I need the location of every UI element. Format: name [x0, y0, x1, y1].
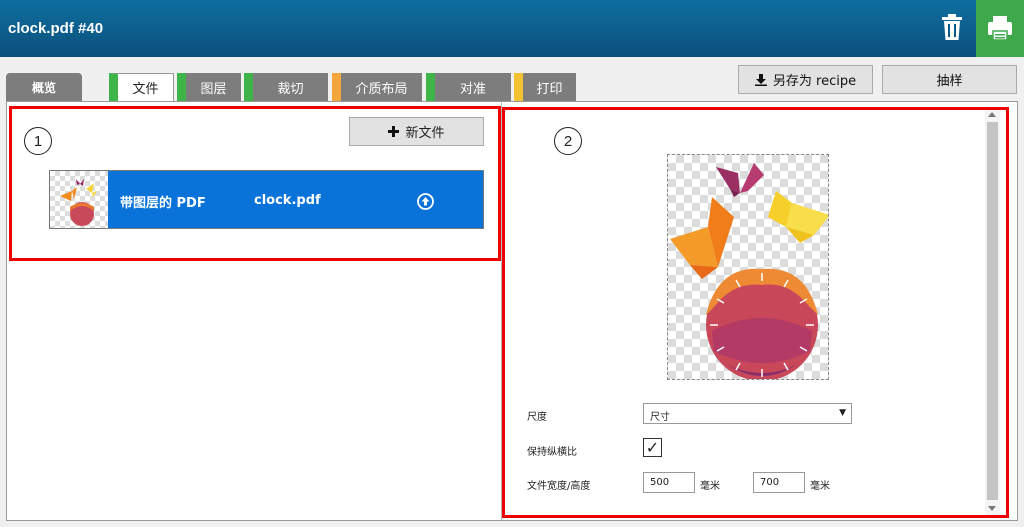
window-title: clock.pdf #40 — [8, 20, 104, 37]
tab-overview[interactable]: 概览 — [6, 73, 82, 101]
tab-file[interactable]: 文件 — [109, 73, 174, 101]
tab-align-label: 对准 — [459, 81, 486, 97]
tab-layers-label: 图层 — [200, 81, 227, 97]
tab-media-layout[interactable]: 介质布局 — [332, 73, 422, 101]
tab-layers[interactable]: 图层 — [177, 73, 241, 101]
trash-icon[interactable] — [940, 13, 964, 41]
sample-label: 抽样 — [936, 74, 963, 89]
tab-crop-label: 裁切 — [277, 81, 304, 97]
callout-highlight-1 — [9, 106, 501, 261]
tab-print[interactable]: 打印 — [514, 73, 576, 101]
tab-media-layout-label: 介质布局 — [355, 81, 408, 97]
tab-print-label: 打印 — [536, 81, 563, 97]
print-button[interactable] — [976, 0, 1024, 57]
sample-button[interactable]: 抽样 — [882, 65, 1017, 94]
save-recipe-label: 另存为 recipe — [772, 74, 857, 89]
save-recipe-button[interactable]: 另存为 recipe — [738, 65, 873, 94]
printer-icon — [988, 16, 1012, 41]
tab-align[interactable]: 对准 — [426, 73, 511, 101]
tab-file-label: 文件 — [132, 82, 159, 97]
top-bar — [0, 0, 1024, 57]
callout-highlight-2 — [502, 107, 1009, 518]
tab-crop[interactable]: 裁切 — [244, 73, 328, 101]
download-icon — [754, 73, 767, 86]
